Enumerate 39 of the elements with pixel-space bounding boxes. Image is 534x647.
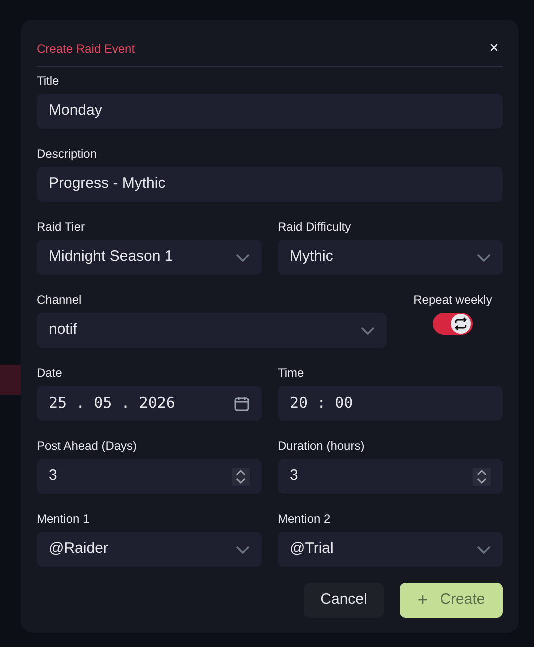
field-label: Mention 1 [37,513,91,525]
chevron-down-icon [361,326,375,334]
select-field[interactable]: @Raider [37,532,262,567]
calendar-icon [234,396,250,412]
field-label: Post Ahead (Days) [37,440,138,452]
chevron-down-icon [236,546,250,554]
field-label: Title [37,75,60,87]
number-field[interactable]: 3 [37,459,262,494]
plus-icon: + [418,587,428,614]
time-field[interactable]: 20 : 00 [278,386,503,421]
field-label: Raid Tier [37,221,86,233]
dialog-title: Create Raid Event [37,41,136,58]
field-label: Channel [37,294,83,306]
field-label: Repeat weekly [414,294,492,306]
field-label: Mention 2 [278,513,332,525]
background-glow [0,365,21,395]
stepper-icon[interactable] [232,468,250,486]
repeat-icon [451,314,471,334]
text-field[interactable]: Progress - Mythic [37,167,503,202]
select-field[interactable]: notif [37,313,387,348]
create-button[interactable]: + Create [400,583,503,618]
field-label: Duration (hours) [278,440,366,452]
close-button[interactable]: × [486,41,503,57]
chevron-down-icon [477,254,491,262]
field-label: Date [37,367,64,379]
field-label: Description [37,148,98,160]
select-field[interactable]: Midnight Season 1 [37,240,262,275]
chevron-down-icon [477,546,491,554]
cancel-button[interactable]: Cancel [304,583,384,618]
select-field[interactable]: Mythic [278,240,503,275]
stepper-icon[interactable] [473,468,491,486]
chevron-down-icon [236,254,250,262]
field-label: Raid Difficulty [278,221,352,233]
date-field[interactable]: 25 . 05 . 2026 [37,386,262,421]
select-field[interactable]: @Trial [278,532,503,567]
field-label: Time [278,367,306,379]
text-field[interactable]: Monday [37,94,503,129]
number-field[interactable]: 3 [278,459,503,494]
repeat-toggle[interactable] [433,313,473,335]
